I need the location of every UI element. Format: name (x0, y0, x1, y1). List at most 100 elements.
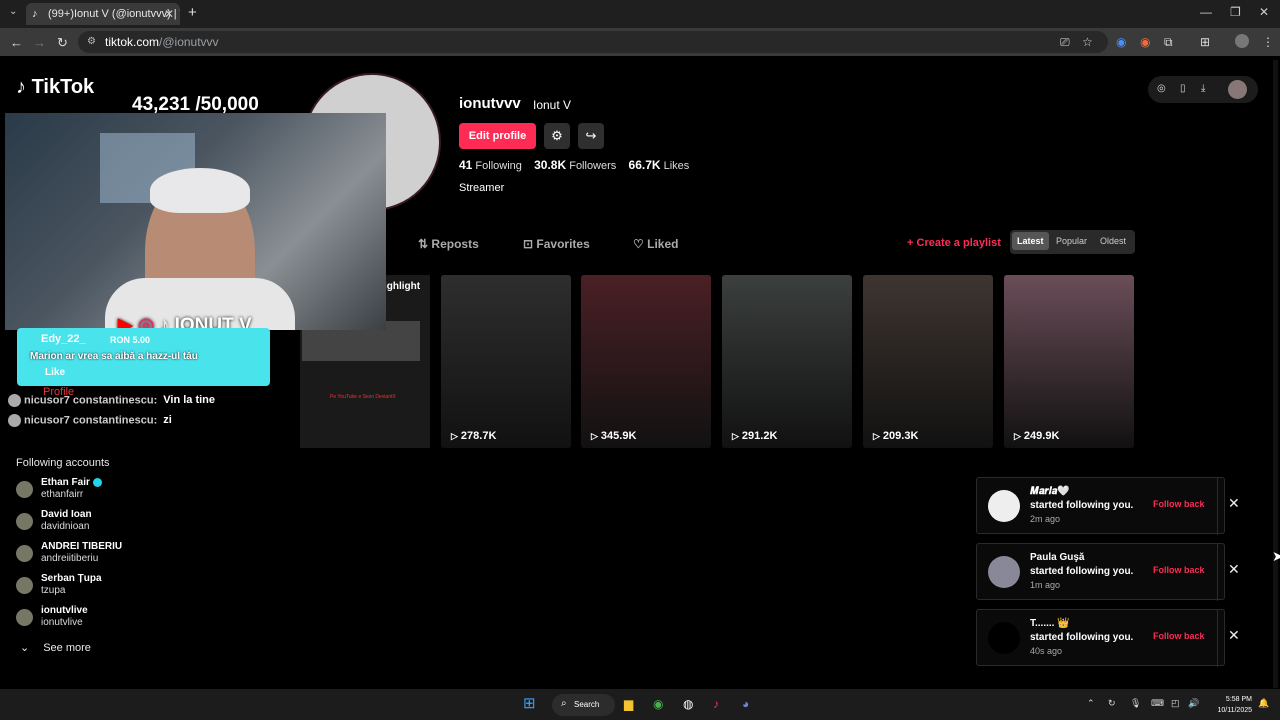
video-card[interactable]: ▷ 249.9K (1004, 275, 1134, 448)
notification-avatar[interactable] (988, 622, 1020, 654)
account-username: tzupa (41, 585, 66, 596)
extensions-puzzle-icon[interactable]: ⧉ (1164, 35, 1173, 50)
sort-latest[interactable]: Latest (1012, 232, 1049, 250)
chat-message: Vin la tine (163, 394, 216, 407)
address-bar[interactable]: ⚙ tiktok.com/@ionutvvv (78, 31, 1108, 53)
obs-icon[interactable]: ◍ (683, 697, 693, 711)
divider (1217, 478, 1218, 535)
taskbar-search[interactable]: ⌕ Search (552, 694, 615, 716)
tray-chevron-icon[interactable]: ⌃ (1087, 698, 1095, 709)
windows-start-icon[interactable]: ⊞ (523, 694, 536, 712)
file-explorer-icon[interactable]: ▆ (624, 697, 633, 711)
follow-back-button[interactable]: Follow back (1153, 631, 1205, 641)
page-scrollbar[interactable] (1273, 60, 1278, 688)
following-label[interactable]: Following (475, 160, 521, 172)
profile-sync-icon[interactable]: ⊞ (1200, 35, 1210, 49)
see-more-button[interactable]: ⌄ See more (20, 641, 91, 654)
sort-popular[interactable]: Popular (1056, 236, 1087, 246)
close-icon[interactable]: ✕ (1228, 627, 1240, 644)
view-count: 291.2K (741, 430, 778, 442)
account-name-text: David Ioan (41, 509, 92, 520)
keyboard-icon[interactable]: ⌨ (1151, 698, 1164, 709)
tab-reposts[interactable]: ⇅ Reposts (418, 237, 479, 251)
chrome-icon[interactable]: ◉ (653, 697, 663, 711)
close-icon[interactable]: ✕ (1228, 561, 1240, 578)
taskbar-search-label: Search (574, 700, 600, 709)
sort-oldest[interactable]: Oldest (1100, 236, 1126, 246)
play-icon: ▷ (1014, 431, 1021, 441)
close-icon[interactable]: ✕ (1228, 495, 1240, 512)
tab-search-icon[interactable]: ⌄ (9, 6, 17, 17)
profile-bio: Streamer (459, 182, 505, 194)
browser-avatar[interactable] (1235, 34, 1249, 48)
video-card[interactable]: ▷ 209.3K (863, 275, 993, 448)
edit-profile-button[interactable]: Edit profile (459, 123, 536, 149)
new-tab-button[interactable]: + (188, 4, 197, 21)
follow-back-button[interactable]: Follow back (1153, 565, 1205, 575)
notification-avatar[interactable] (988, 490, 1020, 522)
tab-liked[interactable]: ♡ Liked (633, 237, 678, 251)
create-playlist-button[interactable]: + Create a playlist (907, 237, 1001, 249)
account-username: davidnioan (41, 521, 90, 532)
microphone-icon[interactable]: 🎙 (1130, 698, 1141, 709)
browser-menu-icon[interactable]: ⋮ (1262, 35, 1274, 49)
bookmark-star-icon[interactable]: ☆ (1082, 35, 1093, 49)
notification-bell-icon[interactable]: 🔔 (1258, 698, 1269, 709)
cast-icon[interactable]: ⎚ (1060, 35, 1070, 50)
followers-count: 30.8K (534, 158, 567, 172)
video-card[interactable]: ▷ 345.9K (581, 275, 711, 448)
webcam-overlay (5, 113, 386, 330)
close-window-button[interactable]: ✕ (1259, 5, 1269, 19)
close-tab-icon[interactable]: ✕ (164, 7, 174, 21)
forward-icon[interactable]: → (33, 35, 46, 50)
view-count: 345.9K (600, 430, 637, 442)
network-icon[interactable]: ◰ (1171, 698, 1180, 709)
tab-favorites[interactable]: ⊡ Favorites (523, 237, 590, 251)
chat-avatar (8, 414, 21, 427)
maximize-button[interactable]: ❐ (1230, 5, 1241, 19)
notification-avatar[interactable] (988, 556, 1020, 588)
play-icon: ▷ (451, 431, 458, 441)
plus-icon: + (907, 237, 914, 249)
url-path: /@ionutvvv (159, 35, 219, 49)
mouse-cursor-icon: ➤ (1272, 548, 1280, 564)
extension-icon[interactable]: ◉ (1140, 35, 1150, 49)
following-count: 41 (459, 158, 473, 172)
divider (1217, 610, 1218, 667)
device-icon[interactable]: ▯ (1180, 83, 1186, 94)
reload-icon[interactable]: ↻ (57, 35, 68, 51)
account-name-text: ionutvlive (41, 605, 88, 616)
minimize-button[interactable]: — (1200, 5, 1212, 19)
search-icon: ⌕ (561, 698, 567, 709)
site-info-icon[interactable]: ⚙ (87, 36, 96, 47)
tab-favorites-label: Favorites (536, 237, 590, 251)
following-accounts-title: Following accounts (16, 457, 110, 469)
download-icon[interactable]: ⤓ (1201, 83, 1205, 94)
video-views: ▷ 278.7K (451, 430, 496, 442)
taskbar-clock[interactable]: 5:58 PM 10/11/2025 (1206, 694, 1252, 716)
volume-icon[interactable]: 🔊 (1188, 698, 1199, 709)
settings-gear-icon[interactable]: ⚙ (544, 123, 570, 149)
view-count: 278.7K (460, 430, 497, 442)
followers-label[interactable]: Followers (569, 160, 616, 172)
compass-icon[interactable]: ◎ (1157, 83, 1166, 94)
account-avatar (16, 577, 33, 594)
follow-back-button[interactable]: Follow back (1153, 499, 1205, 509)
chat-line: nicusor7 constantinescu: zi (8, 414, 172, 427)
donation-like: Like (45, 367, 66, 378)
video-card[interactable]: ▷ 291.2K (722, 275, 852, 448)
tray-app-icon[interactable]: ↻ (1108, 698, 1116, 709)
extension-icon[interactable]: ◉ (1116, 35, 1126, 49)
discord-icon[interactable]: ◕ (742, 697, 749, 711)
tiktok-logo[interactable]: ♪ TikTok (16, 76, 94, 99)
share-icon[interactable]: ↪ (578, 123, 604, 149)
video-card[interactable]: ▷ 278.7K (441, 275, 571, 448)
tab-title: (99+)Ionut V (@ionutvvv) | TikT (48, 8, 180, 20)
browser-tab[interactable]: ♪ (99+)Ionut V (@ionutvvv) | TikT ✕ (26, 3, 180, 25)
logo-text: TikTok (31, 76, 95, 98)
notification-time: 2m ago (1030, 514, 1061, 524)
tiktok-app-icon[interactable]: ♪ (713, 697, 719, 711)
chat-message: zi (163, 414, 172, 427)
back-icon[interactable]: ← (10, 35, 23, 50)
header-avatar[interactable] (1228, 80, 1247, 99)
